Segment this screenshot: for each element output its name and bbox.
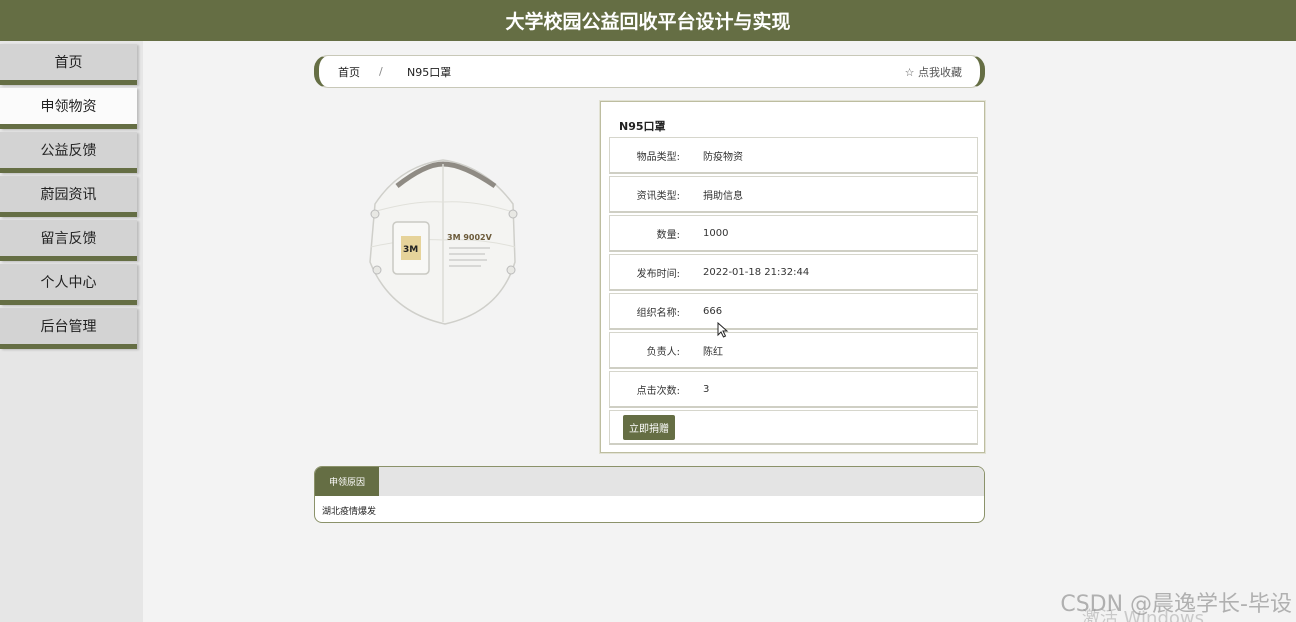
top-header: 大学校园公益回收平台设计与实现 (0, 0, 1296, 41)
field-value: 3 (703, 383, 710, 395)
donate-button[interactable]: 立即捐赠 (623, 415, 675, 440)
field-label: 点击次数: (636, 385, 680, 397)
breadcrumb-home-link[interactable]: 首页 (338, 64, 360, 80)
detail-row-info-type: 资讯类型: 捐助信息 (609, 176, 978, 213)
sidebar-item-home[interactable]: 首页 (0, 44, 137, 85)
mask-print-text: 3M 9002V (447, 233, 493, 242)
sidebar-item-profile[interactable]: 个人中心 (0, 264, 137, 305)
sidebar-item-label: 留言反馈 (40, 231, 97, 247)
detail-row-item-type: 物品类型: 防疫物资 (609, 137, 978, 174)
field-label: 组织名称: (636, 307, 680, 319)
detail-row-responsible: 负责人: 陈红 (609, 332, 978, 369)
sidebar-item-label: 个人中心 (40, 275, 97, 291)
detail-row-organization: 组织名称: 666 (609, 293, 978, 330)
field-value: 捐助信息 (703, 190, 743, 202)
sidebar: 首页 申领物资 公益反馈 蔚园资讯 留言反馈 个人中心 后台管理 (0, 41, 143, 622)
sidebar-item-messages[interactable]: 留言反馈 (0, 220, 137, 261)
page-title: 大学校园公益回收平台设计与实现 (505, 11, 791, 33)
reason-text: 湖北疫情爆发 (322, 507, 377, 517)
field-label: 负责人: (646, 346, 680, 358)
svg-text:3M: 3M (403, 245, 418, 255)
sidebar-item-feedback[interactable]: 公益反馈 (0, 132, 137, 173)
product-title: N95口罩 (619, 120, 666, 133)
csdn-watermark: CSDN @晨逸学长-毕设 (1060, 592, 1292, 617)
field-label: 数量: (656, 229, 680, 241)
sidebar-item-label: 后台管理 (40, 319, 97, 335)
detail-row-quantity: 数量: 1000 (609, 215, 978, 252)
field-value: 陈红 (703, 346, 723, 358)
tab-apply-reason[interactable]: 申领原因 (315, 467, 379, 496)
sidebar-item-admin[interactable]: 后台管理 (0, 308, 137, 349)
field-value: 2022-01-18 21:32:44 (703, 266, 810, 278)
field-value: 防疫物资 (703, 151, 743, 163)
reason-panel: 申领原因 湖北疫情爆发 (314, 466, 985, 523)
mouse-cursor-icon (717, 322, 729, 338)
favorite-button[interactable]: ☆ 点我收藏 (905, 64, 962, 80)
sidebar-item-apply-supplies[interactable]: 申领物资 (0, 88, 137, 129)
sidebar-item-label: 首页 (54, 55, 83, 71)
field-label: 发布时间: (636, 268, 680, 280)
breadcrumb: 首页 / N95口罩 ☆ 点我收藏 (314, 55, 985, 88)
field-label: 资讯类型: (636, 190, 680, 202)
n95-mask-image: 3M 3M 9002V (355, 152, 530, 332)
sidebar-item-label: 蔚园资讯 (40, 187, 97, 203)
field-label: 物品类型: (636, 151, 680, 163)
detail-row-publish-time: 发布时间: 2022-01-18 21:32:44 (609, 254, 978, 291)
field-value: 1000 (703, 227, 729, 239)
sidebar-item-label: 申领物资 (40, 99, 97, 115)
sidebar-item-news[interactable]: 蔚园资讯 (0, 176, 137, 217)
reason-tabbar: 申领原因 (315, 467, 984, 496)
breadcrumb-current: N95口罩 (407, 65, 452, 79)
product-detail-card: N95口罩 物品类型: 防疫物资 资讯类型: 捐助信息 数量: 1000 发布时… (600, 101, 985, 453)
sidebar-item-label: 公益反馈 (40, 143, 97, 159)
breadcrumb-separator: / (379, 65, 383, 78)
detail-row-click-count: 点击次数: 3 (609, 371, 978, 408)
